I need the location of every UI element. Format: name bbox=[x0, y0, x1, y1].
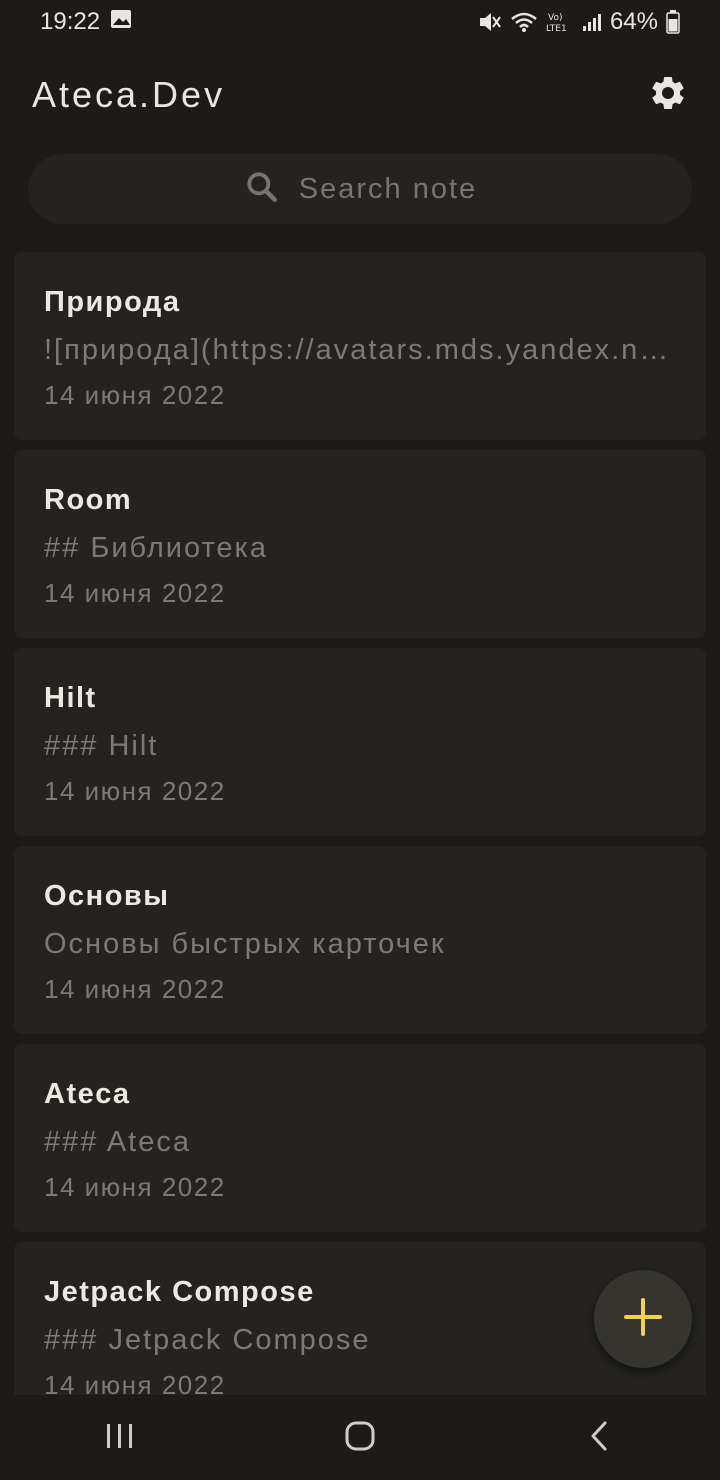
status-time: 19:22 bbox=[40, 8, 101, 35]
note-title: Природа bbox=[44, 286, 181, 318]
svg-text:Vo): Vo) bbox=[548, 13, 562, 23]
system-nav-bar bbox=[0, 1396, 720, 1480]
note-date: 14 июня 2022 bbox=[44, 1370, 226, 1395]
battery-icon bbox=[666, 10, 680, 34]
note-preview: ## Библиотека bbox=[44, 532, 269, 564]
note-preview: ### Jetpack Compose bbox=[44, 1324, 371, 1356]
note-card[interactable]: Природа ![природа](https://avatars.mds.y… bbox=[14, 252, 706, 440]
note-preview: ### Ateca bbox=[44, 1126, 191, 1158]
note-preview: ### Hilt bbox=[44, 730, 159, 762]
note-date: 14 июня 2022 bbox=[44, 578, 226, 608]
note-title: Room bbox=[44, 484, 133, 516]
app-title: Ateca.Dev bbox=[32, 74, 226, 115]
back-icon bbox=[588, 1420, 612, 1457]
home-icon bbox=[344, 1420, 376, 1457]
status-bar: 19:22 Vo) LTE1 64% bbox=[0, 0, 720, 44]
mute-icon bbox=[478, 11, 502, 33]
note-title: Ateca bbox=[44, 1078, 131, 1110]
note-date: 14 июня 2022 bbox=[44, 1172, 226, 1202]
note-title: Основы bbox=[44, 880, 170, 912]
search-input[interactable]: Search note bbox=[28, 154, 692, 224]
note-preview: ![природа](https://avatars.mds.yandex.ne… bbox=[44, 334, 676, 366]
note-title: Hilt bbox=[44, 682, 97, 714]
note-card[interactable]: Основы Основы быстрых карточек 14 июня 2… bbox=[14, 846, 706, 1034]
note-date: 14 июня 2022 bbox=[44, 974, 226, 1004]
back-button[interactable] bbox=[560, 1408, 640, 1468]
note-date: 14 июня 2022 bbox=[44, 776, 226, 806]
gear-icon bbox=[648, 73, 688, 118]
image-icon bbox=[110, 8, 132, 36]
signal-icon bbox=[582, 12, 602, 32]
add-note-button[interactable] bbox=[594, 1270, 692, 1368]
settings-button[interactable] bbox=[646, 73, 690, 117]
battery-percent: 64% bbox=[609, 8, 658, 35]
recents-button[interactable] bbox=[80, 1408, 160, 1468]
plus-icon bbox=[623, 1297, 663, 1342]
notes-list: Природа ![природа](https://avatars.mds.y… bbox=[14, 252, 706, 1395]
svg-text:LTE1: LTE1 bbox=[546, 24, 567, 34]
volte-icon: Vo) LTE1 bbox=[546, 10, 574, 34]
note-preview: Основы быстрых карточек bbox=[44, 928, 446, 960]
wifi-icon bbox=[510, 11, 538, 33]
note-card[interactable]: Hilt ### Hilt 14 июня 2022 bbox=[14, 648, 706, 836]
note-card[interactable]: Ateca ### Ateca 14 июня 2022 bbox=[14, 1044, 706, 1232]
recents-icon bbox=[105, 1422, 135, 1455]
note-date: 14 июня 2022 bbox=[44, 380, 226, 410]
search-placeholder: Search note bbox=[298, 172, 478, 205]
note-title: Jetpack Compose bbox=[44, 1276, 315, 1308]
note-card[interactable]: Room ## Библиотека 14 июня 2022 bbox=[14, 450, 706, 638]
search-icon bbox=[243, 168, 281, 211]
app-bar: Ateca.Dev bbox=[0, 60, 720, 130]
home-button[interactable] bbox=[320, 1408, 400, 1468]
